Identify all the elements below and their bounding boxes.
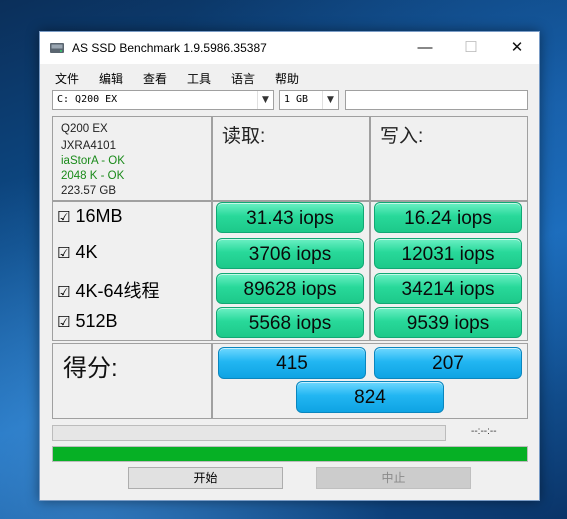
total-progress-fill [53,447,527,461]
drive-select-value: C: Q200 EX [57,94,118,105]
result-16mb-write: 16.24 iops [374,202,522,233]
title-bar[interactable]: AS SSD Benchmark 1.9.5986.35387 — ☐ ✕ [40,32,539,64]
result-4k64-write: 34214 iops [374,273,522,304]
score-label-panel: 得分: [52,343,212,419]
result-4k-read: 3706 iops [216,238,364,269]
abort-button[interactable]: 中止 [316,467,471,489]
result-4k-write: 12031 iops [374,238,522,269]
score-total: 824 [296,381,444,413]
name-field[interactable] [345,90,528,110]
read-header: 读取: [222,126,266,147]
drive-select[interactable]: C: Q200 EX ▼ [52,90,274,110]
drive-model: Q200 EX [61,123,108,135]
minimize-button[interactable]: — [402,32,448,64]
test-label: 4K [75,242,98,262]
alignment-status: 2048 K - OK [61,170,125,182]
menu-edit[interactable]: 编辑 [99,70,123,87]
maximize-button[interactable]: ☐ [448,32,494,64]
menu-help[interactable]: 帮助 [275,70,299,87]
checkbox-icon[interactable]: ☑ [57,313,70,331]
total-progress-bar [52,446,528,462]
menu-bar: 文件 编辑 查看 工具 语言 帮助 [40,68,539,88]
drive-capacity: 223.57 GB [61,185,116,197]
size-select-value: 1 GB [284,94,309,105]
result-512b-read: 5568 iops [216,307,364,338]
menu-language[interactable]: 语言 [231,70,255,87]
chevron-down-icon: ▼ [322,91,338,109]
test-label: 512B [75,311,118,331]
app-window: AS SSD Benchmark 1.9.5986.35387 — ☐ ✕ 文件… [39,31,540,501]
menu-view[interactable]: 查看 [143,70,167,87]
read-header-panel: 读取: [212,116,370,201]
result-4k64-read: 89628 iops [216,273,364,304]
test-row-512b[interactable]: ☑ 512B [57,311,118,332]
checkbox-icon[interactable]: ☑ [57,208,70,226]
close-button[interactable]: ✕ [494,32,540,64]
menu-file[interactable]: 文件 [55,70,79,87]
window-title: AS SSD Benchmark 1.9.5986.35387 [72,41,267,55]
test-progress-bar [52,425,446,441]
menu-tools[interactable]: 工具 [187,70,211,87]
score-label: 得分: [63,355,118,382]
start-button[interactable]: 开始 [128,467,283,489]
test-label: 16MB [75,206,123,226]
checkbox-icon[interactable]: ☑ [57,283,70,301]
result-512b-write: 9539 iops [374,307,522,338]
write-header-panel: 写入: [370,116,528,201]
score-read: 415 [218,347,366,379]
test-label: 4K-64线程 [75,281,160,301]
drive-info-panel: Q200 EX JXRA4101 iaStorA - OK 2048 K - O… [52,116,212,201]
test-row-16mb[interactable]: ☑ 16MB [57,206,122,227]
write-header: 写入: [380,126,424,147]
score-write: 207 [374,347,522,379]
test-row-4k[interactable]: ☑ 4K [57,242,97,263]
test-labels-panel: ☑ 16MB ☑ 4K ☑ 4K-64线程 ☑ 512B [52,201,212,341]
chevron-down-icon: ▼ [257,91,273,109]
checkbox-icon[interactable]: ☑ [57,244,70,262]
driver-status: iaStorA - OK [61,155,125,167]
test-row-4k-64[interactable]: ☑ 4K-64线程 [57,277,160,303]
size-select[interactable]: 1 GB ▼ [279,90,339,110]
drive-icon [50,43,64,53]
drive-firmware: JXRA4101 [61,140,116,152]
elapsed-time: --:--:-- [471,426,497,437]
result-16mb-read: 31.43 iops [216,202,364,233]
